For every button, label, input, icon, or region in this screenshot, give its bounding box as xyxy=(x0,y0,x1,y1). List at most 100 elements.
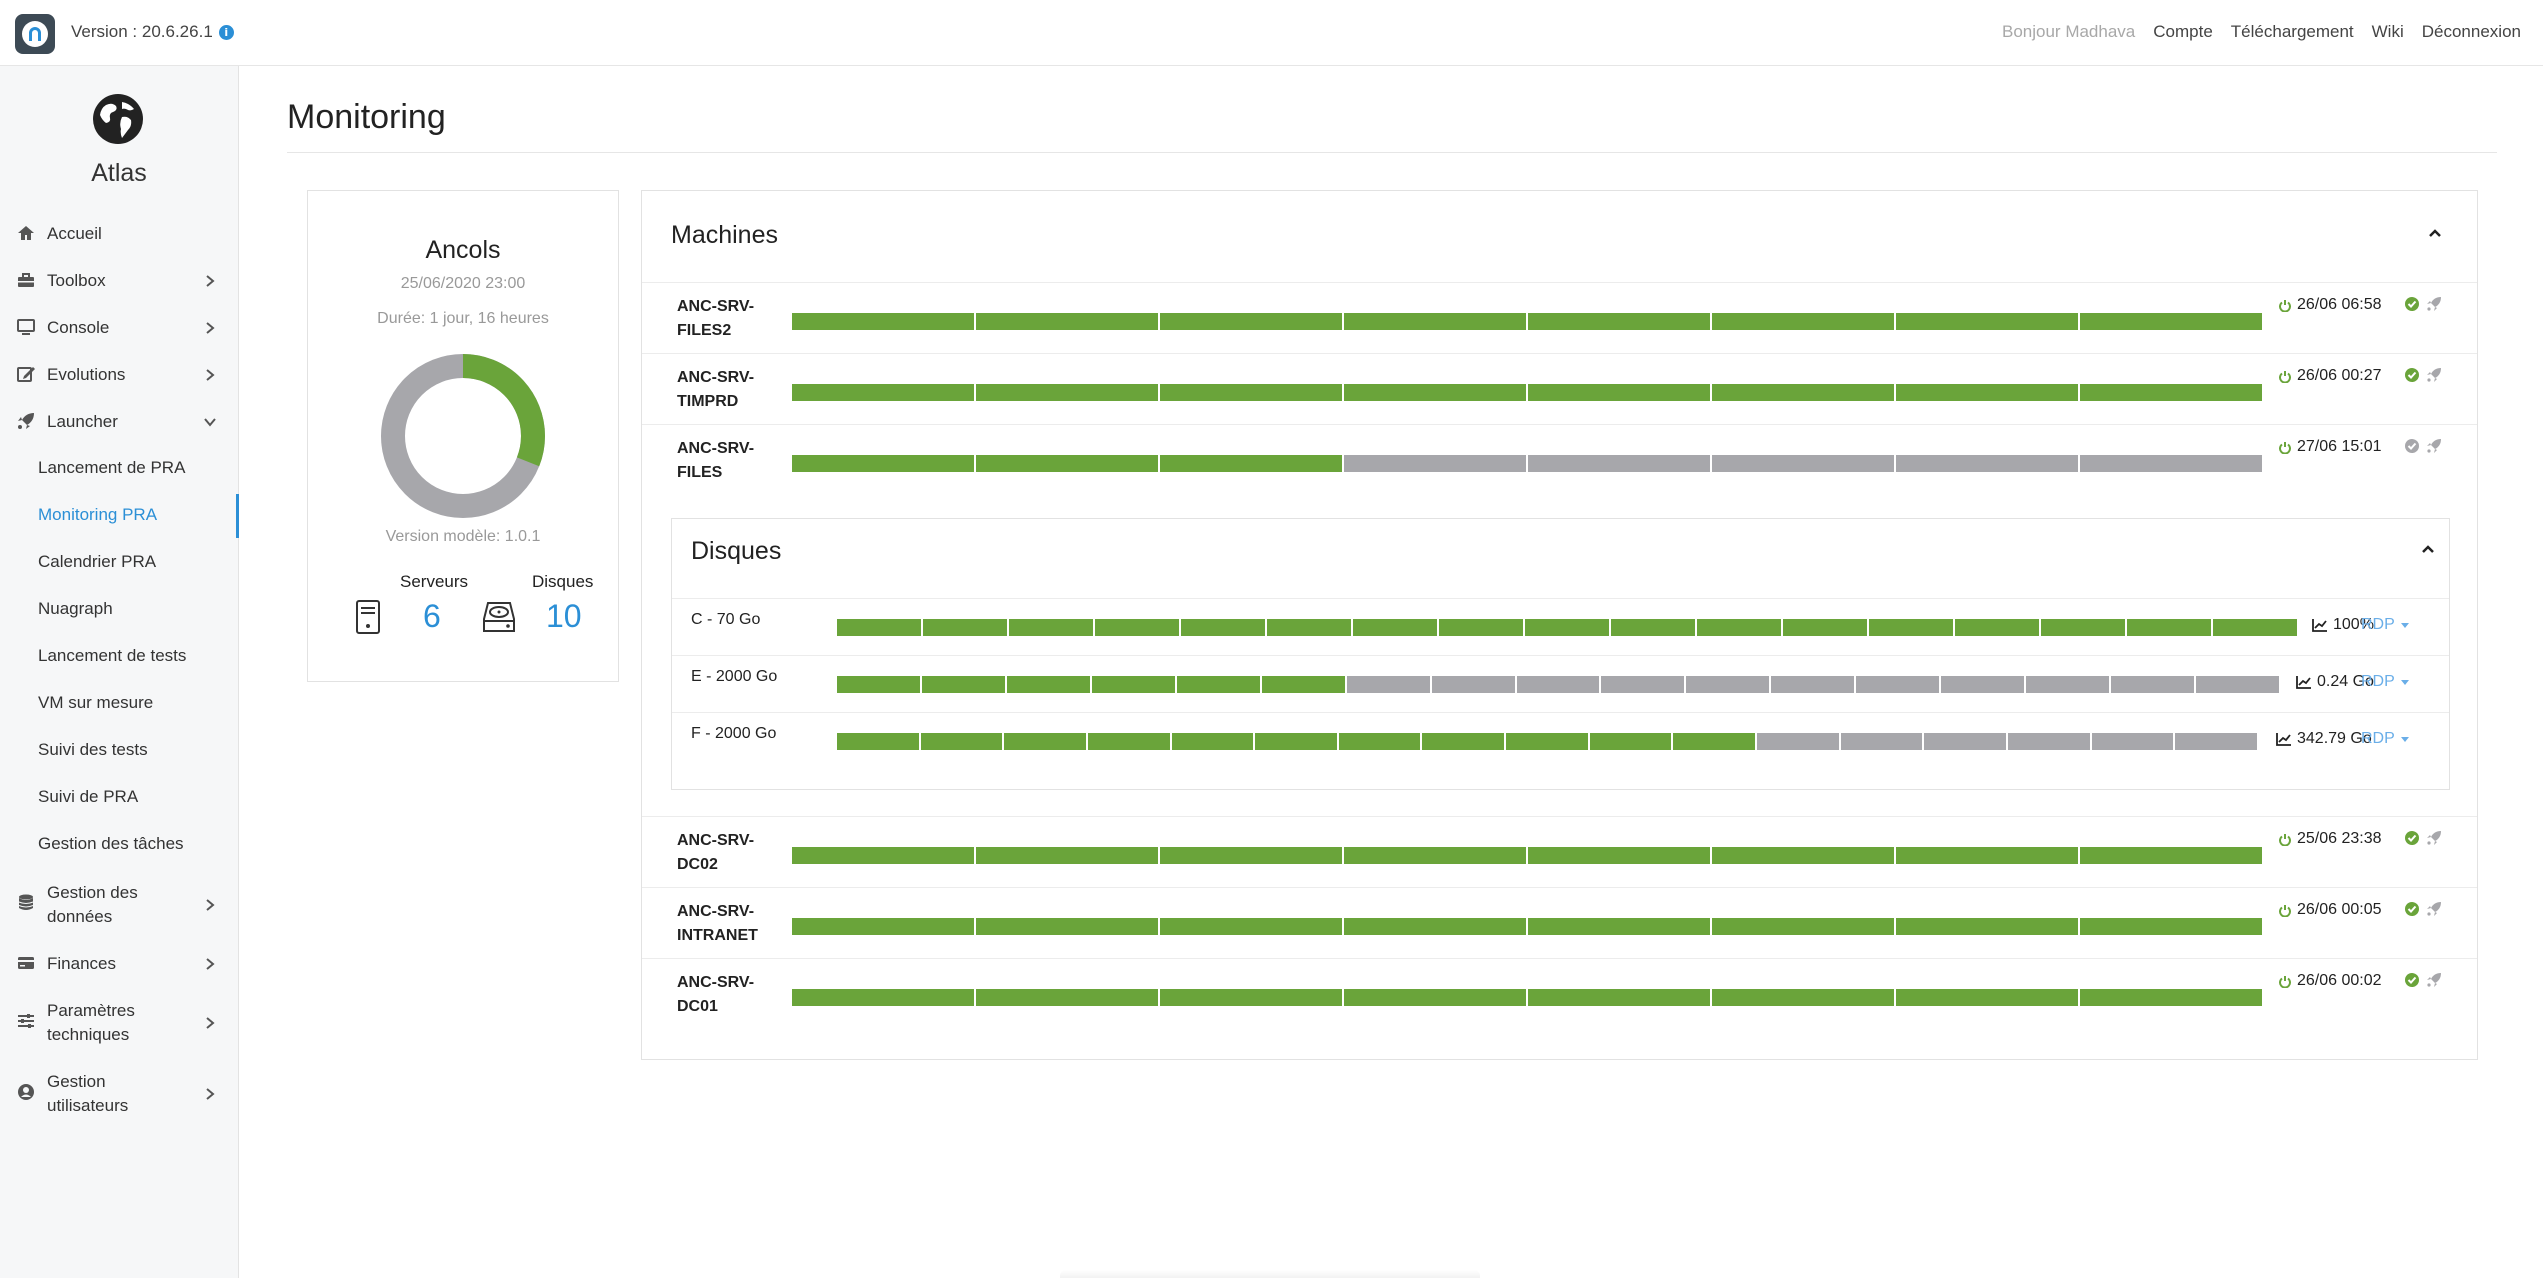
progress-segment-pending xyxy=(2080,455,2262,472)
progress-segment-pending xyxy=(2196,676,2279,693)
progress-segment-complete xyxy=(1673,733,1756,750)
credit-card-icon xyxy=(18,957,34,969)
progress-segment-complete xyxy=(1506,733,1588,750)
progress-segment-complete xyxy=(976,384,1158,401)
sidebar-subitem-suivi-tests[interactable]: Suivi des tests xyxy=(38,740,148,760)
rocket-icon[interactable] xyxy=(2426,367,2442,383)
machine-time: 27/06 15:01 xyxy=(2278,438,2382,456)
rocket-icon[interactable] xyxy=(2426,972,2442,988)
progress-segment-complete xyxy=(1006,676,1090,693)
rocket-icon[interactable] xyxy=(2426,438,2442,454)
progress-segment-complete xyxy=(1896,989,2078,1006)
progress-segment-pending xyxy=(2175,733,2257,750)
progress-segment-complete xyxy=(1344,384,1526,401)
rdp-label: RDP xyxy=(2361,730,2395,747)
machines-title: Machines xyxy=(671,221,778,249)
progress-segment-complete xyxy=(1160,989,1342,1006)
summary-card: Ancols 25/06/2020 23:00 Durée: 1 jour, 1… xyxy=(307,190,619,682)
progress-segment-complete xyxy=(1344,313,1526,330)
progress-segment-complete xyxy=(837,619,921,636)
disks-card: Disques C - 70 Go 100% RDP E - 2000 Go 0.24 … xyxy=(671,518,2450,790)
progress-segment-pending xyxy=(1840,733,1923,750)
servers-count: 6 xyxy=(423,598,441,634)
nav-link-deconnexion[interactable]: Déconnexion xyxy=(2422,22,2521,42)
disk-name: C - 70 Go xyxy=(691,611,761,628)
sidebar-subitem-lancement-pra[interactable]: Lancement de PRA xyxy=(38,458,185,478)
sidebar-subitem-vm-sur-mesure[interactable]: VM sur mesure xyxy=(38,693,153,713)
sidebar-item-label: Accueil xyxy=(47,224,102,243)
progress-segment-pending xyxy=(2091,733,2174,750)
progress-segment-complete xyxy=(1439,619,1523,636)
disk-row: F - 2000 Go 342.79 Go RDP xyxy=(672,712,2449,770)
machine-time: 25/06 23:38 xyxy=(2278,830,2382,848)
progress-segment-complete xyxy=(2080,918,2262,935)
sidebar-item-label: Toolbox xyxy=(47,271,106,290)
chevron-right-icon xyxy=(206,369,215,381)
rocket-icon[interactable] xyxy=(2426,830,2442,846)
machine-time: 26/06 00:05 xyxy=(2278,901,2382,919)
rdp-dropdown[interactable]: RDP xyxy=(2361,730,2410,748)
chevron-right-icon xyxy=(206,275,215,287)
app-logo[interactable] xyxy=(15,14,55,54)
machine-time-text: 25/06 23:38 xyxy=(2297,830,2382,847)
progress-segment-complete xyxy=(976,313,1158,330)
chevron-right-icon xyxy=(206,1088,215,1100)
rocket-icon[interactable] xyxy=(2426,296,2442,312)
progress-segment-complete xyxy=(1095,619,1179,636)
brand-name: Atlas xyxy=(91,159,147,187)
machine-row: ANC-SRV-FILES2 26/06 06:58 xyxy=(642,282,2477,353)
sidebar-subitem-nuagraph[interactable]: Nuagraph xyxy=(38,599,113,619)
sidebar-subitem-monitoring-pra[interactable]: Monitoring PRA xyxy=(38,505,157,525)
sidebar-item-label: Paramètres techniques xyxy=(47,1001,135,1044)
chevron-right-icon xyxy=(206,322,215,334)
progress-segment-complete xyxy=(792,455,974,472)
machine-name: ANC-SRV-DC02 xyxy=(677,832,755,873)
machine-time-text: 26/06 00:05 xyxy=(2297,901,2382,918)
progress-segment-complete xyxy=(1712,313,1894,330)
machine-name: ANC-SRV-FILES2 xyxy=(677,298,755,339)
sidebar-subitem-suivi-pra[interactable]: Suivi de PRA xyxy=(38,787,138,807)
progress-segment-complete xyxy=(1712,847,1894,864)
chevron-up-icon[interactable] xyxy=(2421,544,2435,554)
sidebar-item-label: Evolutions xyxy=(47,365,126,384)
machine-row: ANC-SRV-FILES 27/06 15:01 xyxy=(642,424,2477,495)
machine-progress-bar xyxy=(792,989,2262,1006)
rdp-dropdown[interactable]: RDP xyxy=(2361,616,2410,634)
progress-segment-complete xyxy=(920,733,1003,750)
machine-name: ANC-SRV-INTRANET xyxy=(677,903,758,944)
disk-icon xyxy=(483,602,515,632)
edit-icon xyxy=(17,367,35,382)
sidebar-subitem-gestion-taches[interactable]: Gestion des tâches xyxy=(38,834,184,854)
info-icon[interactable]: i xyxy=(218,25,234,40)
caret-down-icon xyxy=(2400,680,2409,685)
nav-link-wiki[interactable]: Wiki xyxy=(2372,22,2404,42)
progress-segment-complete xyxy=(837,676,920,693)
progress-segment-complete xyxy=(2080,313,2262,330)
sidebar-subitem-calendrier-pra[interactable]: Calendrier PRA xyxy=(38,552,156,572)
nav-link-telechargement[interactable]: Téléchargement xyxy=(2231,22,2354,42)
run-duration: Durée: 1 jour, 16 heures xyxy=(377,310,549,327)
progress-segment-complete xyxy=(2080,989,2262,1006)
rdp-dropdown[interactable]: RDP xyxy=(2361,673,2410,691)
disks-label: Disques xyxy=(532,572,594,591)
progress-segment-complete xyxy=(1344,918,1526,935)
divider xyxy=(287,152,2497,153)
progress-segment-pending xyxy=(1344,455,1526,472)
progress-segment-complete xyxy=(1528,384,1710,401)
home-icon xyxy=(18,226,34,240)
machine-actions xyxy=(2404,972,2442,988)
progress-segment-complete xyxy=(1896,313,2078,330)
nav-link-compte[interactable]: Compte xyxy=(2153,22,2213,42)
machine-time-text: 26/06 00:27 xyxy=(2297,367,2382,384)
chevron-up-icon[interactable] xyxy=(2428,228,2442,238)
disk-name: F - 2000 Go xyxy=(691,725,777,742)
sidebar-subitem-lancement-tests[interactable]: Lancement de tests xyxy=(38,646,186,666)
user-circle-icon xyxy=(18,1084,34,1100)
progress-segment-complete xyxy=(1091,676,1175,693)
monitor-icon xyxy=(17,319,35,335)
machine-time-text: 27/06 15:01 xyxy=(2297,438,2382,455)
progress-segment-complete xyxy=(1255,733,1337,750)
server-icon xyxy=(356,600,380,634)
progress-segment-complete xyxy=(1528,918,1710,935)
rocket-icon[interactable] xyxy=(2426,901,2442,917)
